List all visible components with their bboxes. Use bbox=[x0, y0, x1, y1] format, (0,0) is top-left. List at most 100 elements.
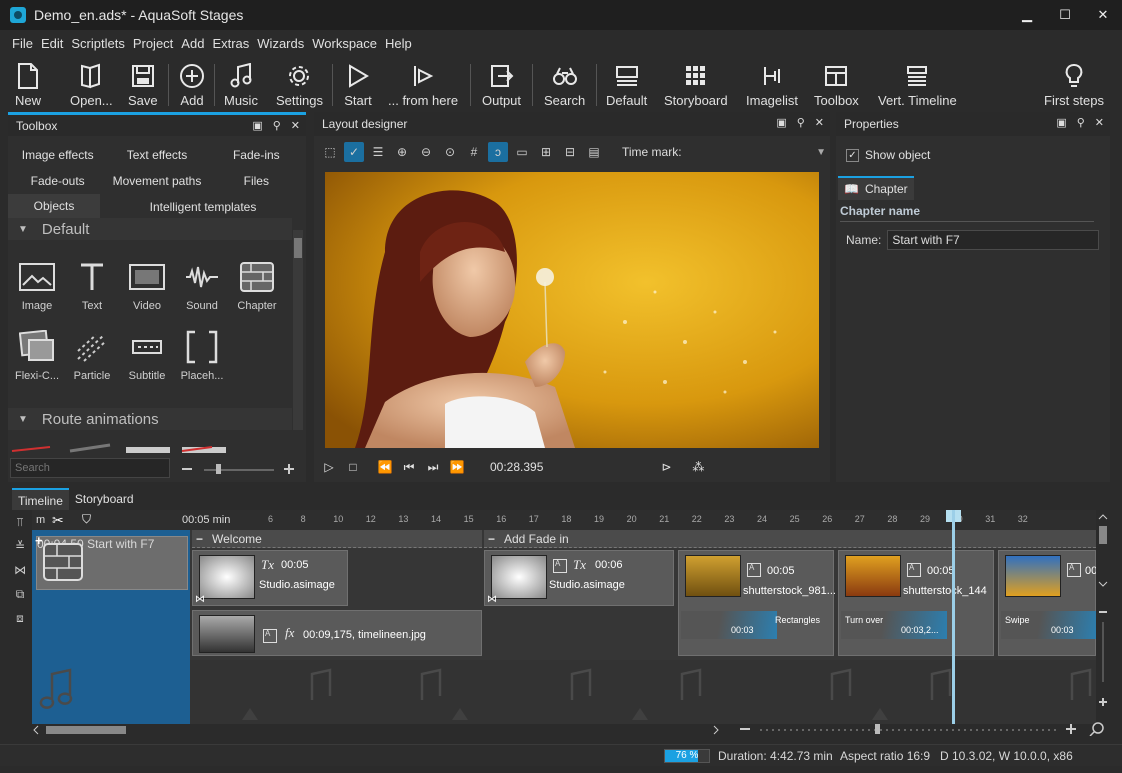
save-button[interactable]: Save bbox=[128, 58, 158, 110]
first-steps-button[interactable]: First steps bbox=[1044, 58, 1104, 110]
panel-close-icon[interactable]: ✕ bbox=[815, 116, 824, 129]
section-route-animations[interactable]: ▼ Route animations bbox=[8, 408, 292, 430]
add-button[interactable]: Add bbox=[178, 58, 206, 110]
tab-chapter[interactable]: 📖 Chapter bbox=[838, 176, 914, 200]
panel-close-icon[interactable]: ✕ bbox=[291, 119, 300, 132]
grid-icon[interactable]: # bbox=[464, 142, 484, 162]
object-video[interactable]: Video bbox=[118, 258, 176, 312]
layout-imagelist-button[interactable]: Imagelist bbox=[746, 58, 798, 110]
tab-objects[interactable]: Objects bbox=[8, 194, 100, 220]
add-keyframe-icon[interactable]: ⊞ bbox=[536, 142, 556, 162]
menu-edit[interactable]: Edit bbox=[41, 36, 63, 56]
previous-icon[interactable]: ⏮ bbox=[398, 456, 420, 478]
chapter-name-input[interactable]: Start with F7 bbox=[887, 230, 1100, 250]
fast-forward-icon[interactable]: ⏩ bbox=[446, 456, 468, 478]
object-chapter[interactable]: Chapter bbox=[228, 258, 286, 312]
layout-default-button[interactable]: Default bbox=[606, 58, 647, 110]
time-ruler[interactable]: m ✂ ⛉ 00:05 min 6 8 10 12 13 14 15 16 17 18 19 20 21… bbox=[32, 510, 1096, 530]
menu-extras[interactable]: Extras bbox=[212, 36, 249, 56]
float-icon[interactable]: ▣ bbox=[1056, 116, 1066, 129]
layout-toolbox-button[interactable]: Toolbox bbox=[814, 58, 859, 110]
split-track-icon[interactable]: ⫪ bbox=[8, 510, 32, 534]
menu-workspace[interactable]: Workspace bbox=[312, 36, 377, 56]
pin-icon[interactable]: ⚲ bbox=[797, 116, 805, 129]
object-particle[interactable]: Particle bbox=[63, 328, 121, 382]
chapter-bar-welcome[interactable]: − Welcome bbox=[192, 530, 482, 548]
zoom-in-icon[interactable]: ⊕ bbox=[392, 142, 412, 162]
music-button[interactable]: Music bbox=[224, 58, 258, 110]
layout-storyboard-button[interactable]: Storyboard bbox=[664, 58, 728, 110]
group-icon[interactable]: ⧉ bbox=[8, 582, 32, 606]
toolbox-search-input[interactable] bbox=[10, 458, 170, 478]
stop-icon[interactable]: □ bbox=[342, 456, 364, 478]
pin-icon[interactable]: ⚲ bbox=[273, 119, 281, 132]
timeline-horizontal-scrollbar[interactable] bbox=[32, 724, 722, 736]
toolbox-zoom-slider[interactable] bbox=[180, 462, 300, 476]
music-track[interactable] bbox=[32, 660, 1096, 724]
tab-fade-outs[interactable]: Fade-outs bbox=[8, 168, 107, 194]
menu-wizards[interactable]: Wizards bbox=[257, 36, 304, 56]
menu-help[interactable]: Help bbox=[385, 36, 412, 56]
clip-shutterstock-981[interactable]: A 00:05 shutterstock_981... 00:03 Rectan… bbox=[678, 550, 836, 656]
new-button[interactable]: New bbox=[14, 58, 42, 110]
search-button[interactable]: Search bbox=[544, 58, 585, 110]
clip-timelineen[interactable]: A fx 00:09,175, timelineen.jpg bbox=[192, 610, 482, 656]
open-button[interactable]: Open... bbox=[70, 58, 113, 110]
collapse-minus-icon[interactable]: − bbox=[196, 530, 203, 548]
clip-studio-2[interactable]: A Tx 00:06 Studio.asimage ⋈ bbox=[484, 550, 674, 606]
align-icon[interactable]: ≚ bbox=[8, 534, 32, 558]
select-tool-icon[interactable]: ⬚ bbox=[320, 142, 340, 162]
clip-shutterstock-144[interactable]: A 00:05 shutterstock_144 Turn over 00:03… bbox=[838, 550, 994, 656]
panel-close-icon[interactable]: ✕ bbox=[1095, 116, 1104, 129]
scroll-thumb[interactable] bbox=[294, 238, 302, 258]
marker-flag-icon[interactable]: ⛉ bbox=[82, 512, 91, 527]
chevron-down-icon[interactable]: ▼ bbox=[816, 147, 826, 158]
float-icon[interactable]: ▣ bbox=[252, 119, 262, 132]
zoom-out-icon[interactable]: ⊖ bbox=[416, 142, 436, 162]
object-flexi-collage[interactable]: Flexi-C... bbox=[8, 328, 66, 382]
play-icon[interactable]: ▷ bbox=[318, 456, 340, 478]
playback-eye-icon[interactable]: ⊳ bbox=[655, 456, 677, 478]
camera-icon[interactable]: ▭ bbox=[512, 142, 532, 162]
object-image[interactable]: Image bbox=[8, 258, 66, 312]
menu-scriptlets[interactable]: Scriptlets bbox=[71, 36, 124, 56]
show-object-checkbox[interactable]: ✓ Show object bbox=[846, 148, 930, 162]
transition-swipe[interactable]: Swipe 00:03 bbox=[1001, 611, 1096, 639]
safe-area-icon[interactable]: ☰ bbox=[368, 142, 388, 162]
tab-intelligent-templates[interactable]: Intelligent templates bbox=[100, 194, 306, 220]
play-from-here-button[interactable]: ... from here bbox=[388, 58, 458, 110]
transition-marker-icon[interactable]: ⋈ bbox=[195, 594, 205, 605]
next-icon[interactable]: ⏭ bbox=[422, 456, 444, 478]
layout-mode-icon[interactable]: ▤ bbox=[584, 142, 604, 162]
playhead[interactable] bbox=[952, 510, 955, 724]
toolbox-scrollbar[interactable] bbox=[293, 230, 303, 430]
float-icon[interactable]: ▣ bbox=[776, 116, 786, 129]
tab-files[interactable]: Files bbox=[207, 168, 306, 194]
timeline-zoom-slider[interactable] bbox=[738, 722, 1108, 737]
particles-settings-icon[interactable]: ⁂ bbox=[687, 456, 709, 478]
tab-movement-paths[interactable]: Movement paths bbox=[107, 168, 206, 194]
timeline-vertical-scrollbar[interactable] bbox=[1098, 514, 1108, 724]
menu-add[interactable]: Add bbox=[181, 36, 204, 56]
tab-timeline[interactable]: Timeline bbox=[12, 488, 69, 510]
clip-butterfly[interactable]: A 00:05 Swipe 00:03 bbox=[998, 550, 1096, 656]
expand-plus-icon[interactable]: + bbox=[35, 533, 43, 548]
object-placeholder[interactable]: Placeh... bbox=[173, 328, 231, 382]
ungroup-icon[interactable]: ⧈ bbox=[8, 606, 32, 630]
chapter-bar-add-fade-in[interactable]: − Add Fade in bbox=[484, 530, 1096, 548]
close-button[interactable]: ✕ bbox=[1084, 0, 1122, 30]
collapse-minus-icon[interactable]: − bbox=[488, 530, 495, 548]
motion-path-icon[interactable]: ↄ bbox=[488, 142, 508, 162]
transition-rectangles[interactable]: 00:03 bbox=[681, 611, 777, 639]
zoom-fit-icon[interactable]: ⊙ bbox=[440, 142, 460, 162]
settings-button[interactable]: Settings bbox=[276, 58, 323, 110]
object-text[interactable]: Text bbox=[63, 258, 121, 312]
output-button[interactable]: Output bbox=[482, 58, 521, 110]
start-button[interactable]: Start bbox=[344, 58, 372, 110]
chapter-clip-start[interactable]: + 00:04,50 Start with F7 bbox=[35, 533, 188, 590]
tab-fade-ins[interactable]: Fade-ins bbox=[207, 142, 306, 168]
insert-transition-icon[interactable]: ⋈ bbox=[8, 558, 32, 582]
draw-path-tool-icon[interactable]: ✓ bbox=[344, 142, 364, 162]
maximize-button[interactable]: ☐ bbox=[1046, 0, 1084, 30]
scissors-icon[interactable]: ✂ bbox=[52, 512, 64, 529]
